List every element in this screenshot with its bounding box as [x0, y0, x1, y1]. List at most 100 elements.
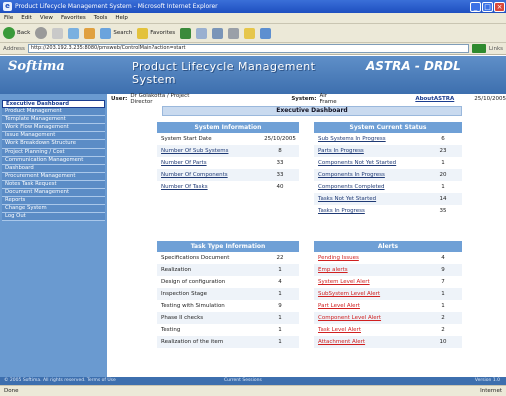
- menu-tools[interactable]: Tools: [94, 15, 108, 21]
- status-text: Done: [4, 388, 19, 394]
- about-link[interactable]: AboutASTRA: [415, 96, 454, 102]
- menu-favorites[interactable]: Favorites: [61, 15, 86, 21]
- alert-link[interactable]: Part Level Alert: [314, 303, 424, 309]
- back-button[interactable]: Back: [3, 27, 30, 39]
- alert-link[interactable]: Task Level Alert: [314, 327, 424, 333]
- row-link[interactable]: Tasks In Progress: [314, 208, 424, 214]
- favorites-button[interactable]: Favorites: [137, 27, 175, 39]
- row-value: 1: [278, 327, 282, 333]
- panel-heading: Task Type Information: [157, 241, 299, 252]
- browser-status-bar: Done Internet: [0, 385, 506, 396]
- sidebar-item-document-management[interactable]: Document Management: [2, 189, 105, 198]
- row-link[interactable]: Sub Systems In Progress: [314, 136, 424, 142]
- row-label: Inspection Stage: [161, 291, 208, 297]
- row-link[interactable]: Parts In Progress: [314, 148, 424, 154]
- table-row: Attachment Alert 10: [314, 336, 462, 348]
- table-row: System Level Alert 7: [314, 276, 462, 288]
- row-link[interactable]: Tasks Not Yet Started: [314, 196, 424, 202]
- user-bar: User: Dr Golakotta / Project Director Sy…: [107, 93, 506, 105]
- stop-icon[interactable]: [52, 27, 64, 39]
- close-button[interactable]: ×: [494, 1, 505, 12]
- alert-link[interactable]: Pending Issues: [314, 255, 424, 261]
- table-row: Component Level Alert 2: [314, 312, 462, 324]
- row-link[interactable]: Components Not Yet Started: [314, 160, 424, 166]
- browser-toolbar: Back Search Favorites: [0, 24, 506, 43]
- table-row: Specifications Document 22: [157, 252, 299, 264]
- panel-heading: Alerts: [314, 241, 462, 252]
- sidebar-item-notes-task[interactable]: Notes Task Request: [2, 180, 105, 190]
- sidebar-item-template-management[interactable]: Template Management: [2, 116, 105, 125]
- row-value: 10: [439, 339, 447, 345]
- sidebar-item-work-flow-management[interactable]: Work Flow Management: [2, 124, 105, 133]
- maximize-button[interactable]: □: [482, 1, 493, 12]
- row-value: 1: [441, 160, 445, 166]
- sidebar-item-executive-dashboard[interactable]: Executive Dashboard: [2, 100, 105, 109]
- system-label: System:: [291, 95, 317, 102]
- history-icon[interactable]: [196, 27, 208, 39]
- row-link[interactable]: Number Of Sub Systems: [157, 148, 261, 154]
- sidebar-item-product-management[interactable]: Product Management: [2, 108, 105, 117]
- row-value: 25/10/2005: [264, 136, 296, 142]
- address-input[interactable]: http://203.192.3.235:8080/pmsweb/Control…: [27, 44, 469, 53]
- sidebar-item-communication[interactable]: Communication Management: [2, 156, 105, 165]
- row-value: 4: [278, 279, 282, 285]
- sidebar-item-dashboard[interactable]: Dashboard: [2, 164, 105, 173]
- alert-link[interactable]: Component Level Alert: [314, 315, 424, 321]
- menu-view[interactable]: View: [40, 15, 53, 21]
- row-label: Realization of the item: [161, 339, 224, 345]
- address-bar: Address http://203.192.3.235:8080/pmsweb…: [0, 43, 506, 55]
- system-information-panel: System Information System Start Date 25/1…: [157, 122, 299, 193]
- alert-link[interactable]: Emp alerts: [314, 267, 424, 273]
- row-value: 1: [441, 184, 445, 190]
- menu-bar: File Edit View Favorites Tools Help: [0, 13, 506, 24]
- table-row: Number Of Tasks 40: [157, 181, 299, 193]
- softima-logo: Softima: [8, 59, 65, 74]
- row-value: 33: [276, 160, 284, 166]
- alert-link[interactable]: System Level Alert: [314, 279, 424, 285]
- sidebar-item-procurement[interactable]: Procurement Management: [2, 172, 105, 181]
- forward-button[interactable]: [35, 27, 48, 39]
- folder-icon[interactable]: [244, 27, 256, 39]
- row-label: Testing: [161, 327, 181, 333]
- table-row: SubSystem Level Alert 1: [314, 288, 462, 300]
- row-link[interactable]: Number Of Components: [157, 172, 261, 178]
- row-label: Realization: [161, 267, 192, 273]
- sidebar-item-change-system[interactable]: Change System: [2, 205, 105, 214]
- row-link[interactable]: Components In Progress: [314, 172, 424, 178]
- brand-title: ASTRA - DRDL: [366, 59, 461, 73]
- menu-file[interactable]: File: [4, 15, 13, 21]
- table-row: Number Of Components 33: [157, 169, 299, 181]
- sidebar-item-project-planning[interactable]: Project Planning / Cost: [2, 148, 105, 157]
- row-link[interactable]: Components Completed: [314, 184, 424, 190]
- row-link[interactable]: Number Of Tasks: [157, 184, 261, 190]
- current-date: 25/10/2005: [474, 95, 506, 102]
- home-icon[interactable]: [84, 27, 96, 39]
- search-button[interactable]: Search: [100, 27, 132, 39]
- print-icon[interactable]: [228, 27, 240, 39]
- sidebar-item-issue-management[interactable]: Issue Management: [2, 132, 105, 141]
- go-button[interactable]: [471, 44, 486, 53]
- user-label: User:: [111, 95, 128, 102]
- media-icon[interactable]: [180, 27, 192, 39]
- sidebar-item-log-out[interactable]: Log Out: [2, 213, 105, 222]
- sidebar-item-reports[interactable]: Reports: [2, 197, 105, 206]
- refresh-icon[interactable]: [68, 27, 80, 39]
- menu-edit[interactable]: Edit: [21, 15, 32, 21]
- row-value: 1: [278, 291, 282, 297]
- minimize-button[interactable]: _: [470, 1, 481, 12]
- messenger-icon[interactable]: [260, 27, 272, 39]
- table-row: Pending Issues 4: [314, 252, 462, 264]
- links-label[interactable]: Links: [489, 46, 503, 52]
- row-value: 20: [439, 172, 447, 178]
- row-link[interactable]: Number Of Parts: [157, 160, 261, 166]
- sidebar-item-wbs[interactable]: Work Breakdown Structure: [2, 140, 105, 149]
- menu-help[interactable]: Help: [115, 15, 128, 21]
- mail-icon[interactable]: [212, 27, 224, 39]
- row-value: 35: [439, 208, 447, 214]
- table-row: Tasks In Progress 35: [314, 205, 462, 217]
- system-current-status-panel: System Current Status Sub Systems In Pro…: [314, 122, 462, 217]
- row-value: 22: [276, 255, 284, 261]
- row-value: 14: [439, 196, 447, 202]
- alert-link[interactable]: SubSystem Level Alert: [314, 291, 424, 297]
- alert-link[interactable]: Attachment Alert: [314, 339, 424, 345]
